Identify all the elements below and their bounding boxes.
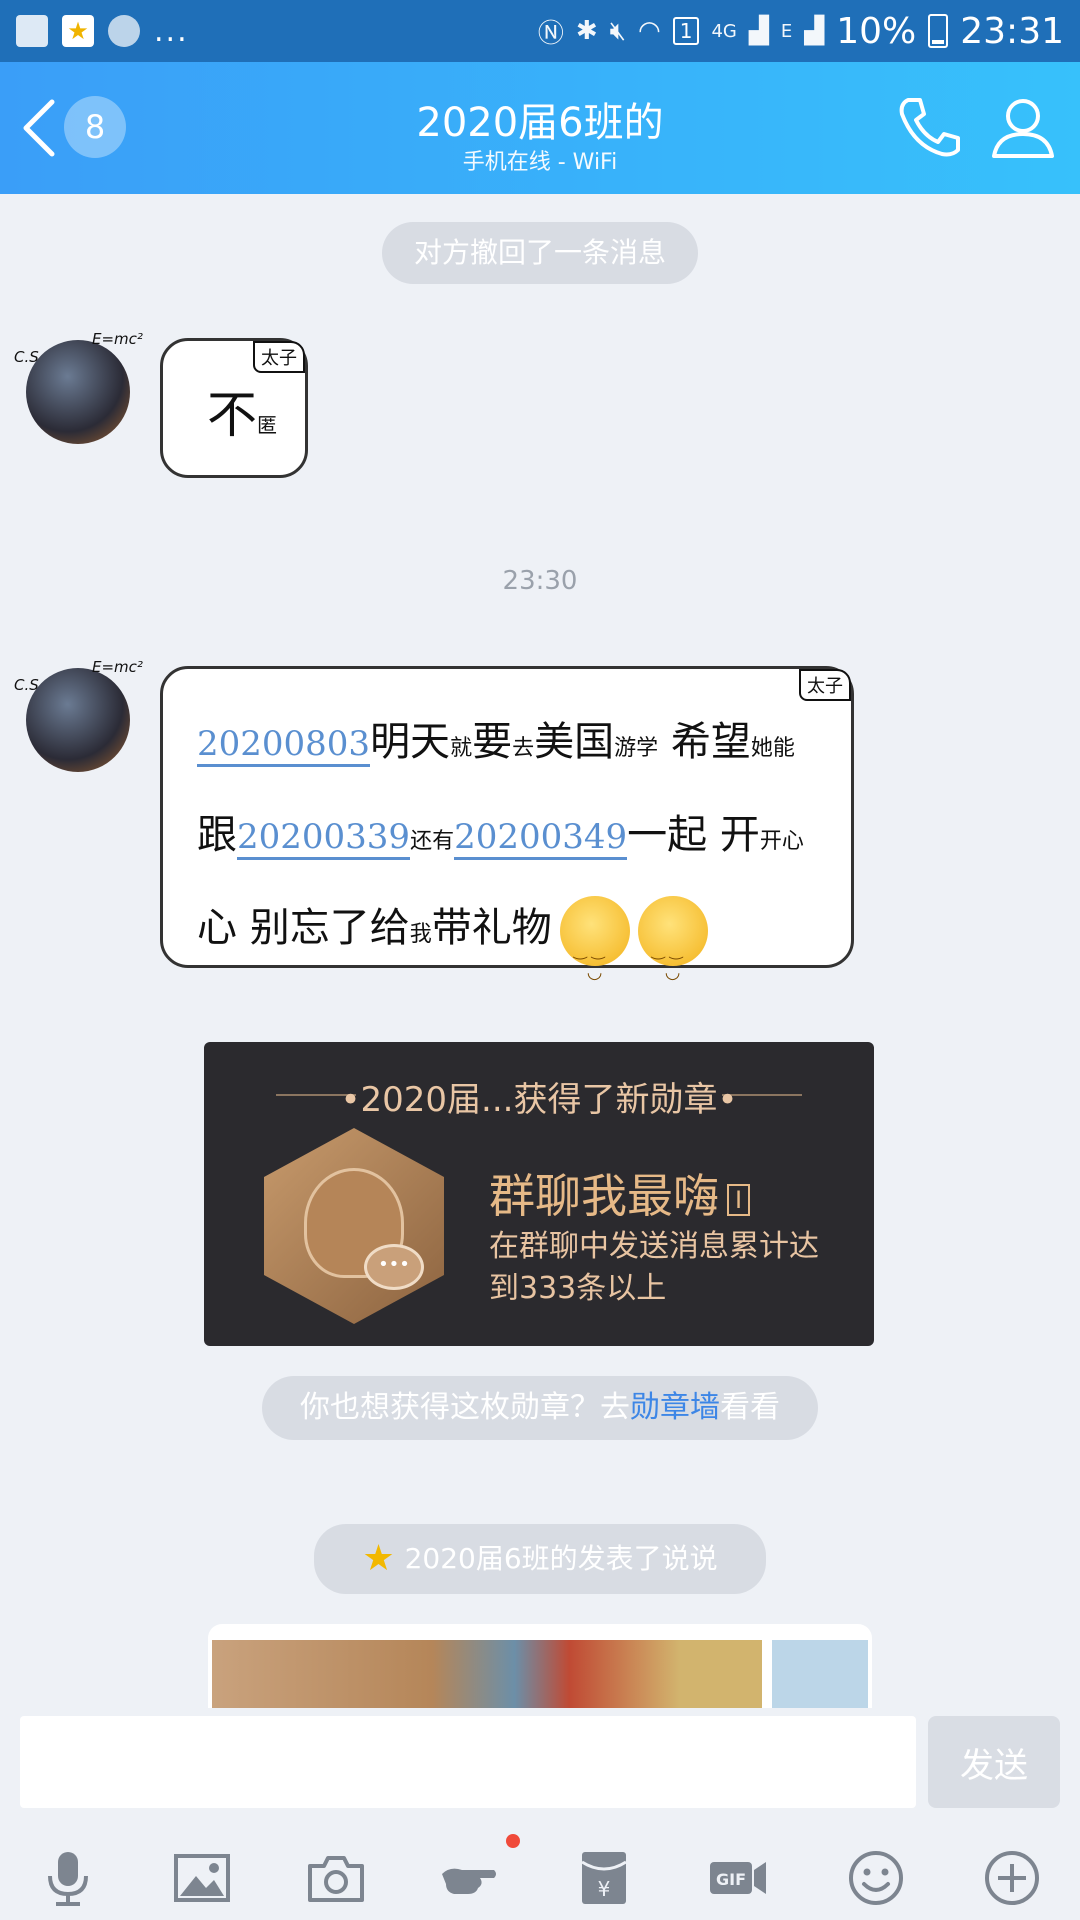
photo-image-secondary	[772, 1640, 868, 1710]
qzone-notification-icon: ★	[62, 15, 94, 47]
recall-notice: 对方撤回了一条消息	[382, 222, 698, 284]
medal-card[interactable]: •2020届...获得了新勋章• ••• 群聊我最嗨 I 在群聊中发送消息累计达到…	[204, 1042, 874, 1346]
avatar-doodle: C.S	[14, 676, 39, 694]
medal-description: 在群聊中发送消息累计达到333条以上	[489, 1229, 819, 1306]
sim-slot: 1	[672, 17, 700, 45]
red-packet-icon[interactable]: ¥	[574, 1848, 634, 1908]
avatar-doodle: E=mc²	[92, 330, 143, 348]
post-notice[interactable]: ★ 2020届6班的发表了说说	[314, 1524, 766, 1594]
profile-icon[interactable]	[988, 92, 1058, 162]
gif-icon[interactable]: GIF	[708, 1848, 768, 1908]
plus-icon[interactable]	[982, 1848, 1042, 1908]
signal-icon: ▟	[748, 16, 769, 46]
emoji-icon[interactable]	[846, 1848, 906, 1908]
post-photo-preview[interactable]	[208, 1624, 872, 1710]
sender-tag: 太子	[799, 669, 851, 701]
camera-icon[interactable]	[306, 1848, 366, 1908]
image-icon[interactable]	[172, 1848, 232, 1908]
network-4g: 4G	[711, 20, 737, 42]
gallery-notification-icon	[16, 15, 48, 47]
phone-call-icon[interactable]	[894, 92, 964, 162]
sender-avatar[interactable]	[26, 668, 130, 772]
medal-wall-link[interactable]: 勋章墙	[630, 1390, 720, 1425]
clock: 23:31	[960, 10, 1064, 52]
svg-text:GIF: GIF	[716, 1870, 746, 1889]
message-text: 20200803明天就要去美国游学 希望她能跟20200339还有2020034…	[197, 699, 817, 1016]
avatar-doodle: E=mc²	[92, 658, 143, 676]
bluetooth-icon: ✱	[575, 16, 598, 46]
nfc-icon: Ⓝ	[537, 18, 564, 49]
avatar-doodle: C.S	[14, 348, 39, 366]
new-feature-dot	[506, 1834, 520, 1848]
mute-icon: 🔇︎	[609, 15, 627, 46]
svg-text:¥: ¥	[598, 1877, 611, 1901]
medal-level: I	[727, 1183, 751, 1216]
toolbar: ¥ GIF	[0, 1834, 1080, 1908]
photo-image	[212, 1640, 762, 1710]
smile-emoji-icon	[637, 896, 708, 1016]
more-notifications: ...	[154, 13, 189, 49]
poke-icon[interactable]	[440, 1848, 500, 1908]
message-text: 不匿	[207, 386, 277, 444]
input-bar: 发送 ¥ GIF	[0, 1708, 1080, 1920]
battery-icon	[928, 14, 949, 48]
medal-heading: •2020届...获得了新勋章•	[340, 1080, 738, 1120]
smile-emoji-icon	[559, 896, 630, 1016]
status-bar: ★ ... Ⓝ ✱ 🔇︎ ◠ 1 4G ▟ E ▟ 10% 23:31	[0, 0, 1080, 62]
chat-header: 8 2020届6班的 手机在线 - WiFi	[0, 62, 1080, 194]
medal-badge-icon: •••	[264, 1128, 444, 1324]
wifi-icon: ◠	[638, 16, 661, 46]
network-e: E	[780, 20, 793, 42]
app-notification-icon	[108, 15, 140, 47]
mic-icon[interactable]	[38, 1848, 98, 1908]
sender-avatar[interactable]	[26, 340, 130, 444]
send-button[interactable]: 发送	[928, 1716, 1060, 1808]
message-input[interactable]	[20, 1716, 916, 1808]
medal-name: 群聊我最嗨 I	[489, 1160, 751, 1226]
qzone-star-icon: ★	[362, 1538, 395, 1579]
battery-percent: 10%	[836, 10, 917, 52]
time-divider: 23:30	[502, 566, 578, 596]
message-bubble[interactable]: 太子 不匿	[160, 338, 308, 478]
medal-wall-prompt: 你也想获得这枚勋章？去勋章墙看看	[262, 1376, 818, 1440]
signal-icon-2: ▟	[804, 16, 825, 46]
sender-tag: 太子	[253, 341, 305, 373]
message-bubble[interactable]: 太子 20200803明天就要去美国游学 希望她能跟20200339还有2020…	[160, 666, 854, 1016]
